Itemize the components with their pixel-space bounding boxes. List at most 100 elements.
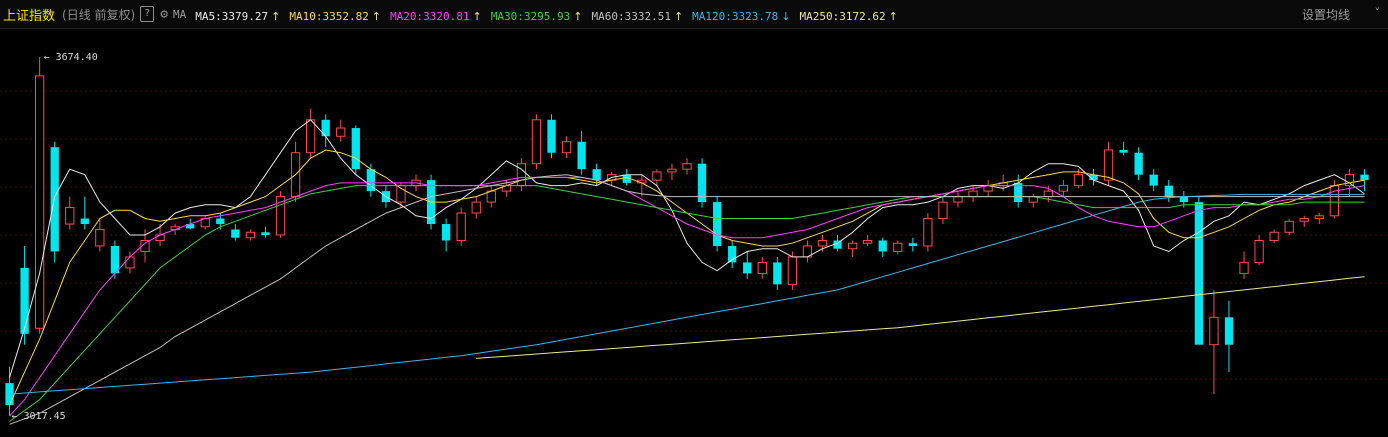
candle-down xyxy=(216,218,225,225)
ma-line-ma60 xyxy=(9,174,1365,425)
candle-up xyxy=(471,201,481,214)
candle-up xyxy=(1284,220,1294,233)
arrow-up-icon: ↑ xyxy=(888,9,898,23)
high-price-label: 3674.40 xyxy=(56,52,98,63)
ma-legend-label: MA250:3172.62 xyxy=(799,9,886,23)
arrow-up-icon: ↑ xyxy=(573,9,583,23)
ma-legend-label: MA30:3295.93 xyxy=(490,9,571,23)
arrow-up-icon: ↑ xyxy=(371,9,382,23)
gear-icon[interactable]: ⚙ xyxy=(160,7,168,22)
candle-up xyxy=(245,231,256,239)
ma-legend-label: MA60:3332.51 xyxy=(591,9,671,23)
candle-up xyxy=(1314,215,1324,220)
ma-indicator-label[interactable]: MA xyxy=(173,8,186,21)
candle-down xyxy=(50,147,59,252)
ma-line-ma30 xyxy=(9,185,1365,422)
candle-down xyxy=(1224,317,1234,345)
ma-legend-item: MA20:3320.81 ↑ xyxy=(390,10,482,23)
candle-down xyxy=(80,218,89,225)
candle-up xyxy=(1344,174,1355,187)
candle-up xyxy=(1239,261,1249,274)
ma-legend-item: MA5:3379.27 ↑ xyxy=(195,10,280,23)
candlestick-chart[interactable]: ← 3674.40 ← 3017.45 xyxy=(0,29,1388,437)
candle-up xyxy=(34,75,45,329)
candle-up xyxy=(682,163,692,170)
candle-up xyxy=(516,163,527,187)
ma-line-ma10 xyxy=(9,149,1365,406)
candle-down xyxy=(577,141,586,170)
candle-down xyxy=(712,202,722,246)
candle-down xyxy=(110,245,120,274)
candle-up xyxy=(1058,185,1069,192)
candle-up xyxy=(561,141,572,154)
period-label: (日线 前复权) xyxy=(62,7,136,22)
candle-down xyxy=(773,262,782,285)
candle-up xyxy=(456,212,466,241)
candle-up xyxy=(95,229,105,247)
candle-up xyxy=(531,119,542,165)
ma-legend-label: MA20:3320.81 xyxy=(390,9,470,23)
candle-down xyxy=(1360,174,1369,181)
chart-header: 上证指数 (日线 前复权) ? ⚙ MA MA5:3379.27 ↑ MA10:33… xyxy=(0,0,1388,29)
candle-up xyxy=(847,242,858,250)
candle-up xyxy=(305,119,316,154)
ma-legend-item: MA60:3332.51 ↑ xyxy=(591,10,683,23)
candle-up xyxy=(1209,316,1219,346)
ma-legend-label: MA120:3323.78 xyxy=(692,9,779,23)
candle-up xyxy=(1269,231,1279,241)
candle-up xyxy=(787,256,798,285)
candle-up xyxy=(953,196,963,203)
candle-down xyxy=(20,267,29,334)
candle-up xyxy=(1043,190,1053,198)
candle-up xyxy=(1299,218,1309,222)
candle-up xyxy=(336,127,346,137)
candle-up xyxy=(155,234,165,241)
arrow-up-icon: ↑ xyxy=(673,9,684,23)
candle-up xyxy=(757,261,767,274)
candle-down xyxy=(231,229,240,238)
candle-up xyxy=(863,239,873,244)
candle-up xyxy=(938,201,948,220)
candle-up xyxy=(1254,239,1264,263)
arrow-up-icon: ↑ xyxy=(472,9,482,23)
ma-values-list: MA5:3379.27 ↑ MA10:3352.82 ↑ MA20:3320.81 ↑ MA… xyxy=(186,5,898,24)
help-button[interactable]: ? xyxy=(140,6,155,22)
candle-up xyxy=(486,190,496,203)
candle-down xyxy=(743,262,752,274)
low-arrow-icon: ← xyxy=(12,411,18,422)
ma-legend-item: MA120:3323.78 ↓ xyxy=(692,10,790,23)
set-ma-button[interactable]: 设置均线 xyxy=(1302,6,1350,23)
candle-up xyxy=(667,168,677,173)
candle-down xyxy=(1149,174,1158,186)
candle-up xyxy=(125,256,135,269)
ma-legend-label: MA5:3379.27 xyxy=(195,9,269,23)
candle-up xyxy=(1103,149,1114,181)
candle-down xyxy=(1179,196,1188,203)
candle-down xyxy=(261,232,270,235)
candle-down xyxy=(351,128,360,170)
candle-up xyxy=(817,239,828,247)
index-title[interactable]: 上证指数 xyxy=(3,5,55,24)
ma-legend-item: MA30:3295.93 ↑ xyxy=(491,10,583,23)
low-price-label: 3017.45 xyxy=(24,411,66,422)
high-arrow-icon: ← xyxy=(44,52,50,63)
candle-down xyxy=(1164,185,1173,197)
ma-legend-label: MA10:3352.82 xyxy=(289,9,369,23)
ma-legend-item: MA10:3352.82 ↑ xyxy=(289,10,381,23)
candle-up xyxy=(65,207,75,225)
candle-up xyxy=(968,190,978,198)
candle-down xyxy=(908,243,917,246)
candle-down xyxy=(441,224,451,241)
candle-down xyxy=(878,240,887,252)
candle-up xyxy=(923,218,933,247)
arrow-up-icon: ↑ xyxy=(271,9,281,23)
candle-down xyxy=(1194,202,1204,345)
candle-down xyxy=(1119,149,1128,153)
arrow-down-icon: ↓ xyxy=(781,9,791,23)
candle-up xyxy=(893,242,903,252)
chevron-down-icon[interactable]: ˅ xyxy=(1375,6,1381,19)
candle-up xyxy=(652,171,662,181)
ma-legend-item: MA250:3172.62 ↑ xyxy=(799,10,897,23)
candle-down xyxy=(592,169,601,181)
candle-down xyxy=(547,119,556,153)
